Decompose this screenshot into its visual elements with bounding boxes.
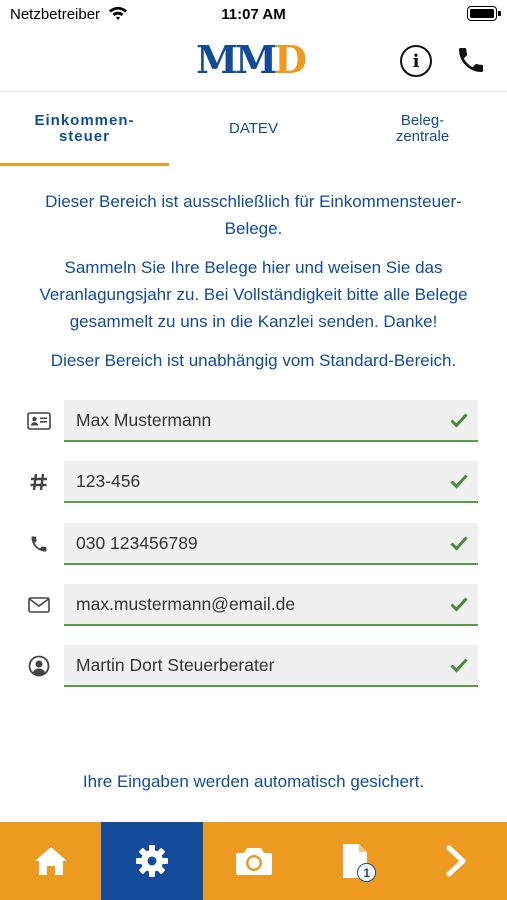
battery-icon [467,6,501,21]
camera-icon [235,848,272,875]
bottom-nav: 1 [0,822,507,900]
camera-button[interactable] [203,822,304,900]
advisor-value: Martin Dort Steuerberater [76,655,275,675]
gear-icon [136,845,169,877]
id-card-icon [27,410,51,432]
status-bar: Netzbetreiber 11:07 AM [0,0,507,30]
client-number-input[interactable]: 123-456 [64,461,478,503]
documents-button[interactable]: 1 [304,822,405,900]
check-icon [450,413,468,428]
tab-belegzentrale[interactable]: Beleg- zentrale [338,92,507,166]
name-input[interactable]: Max Mustermann [64,400,478,442]
phone-icon [27,533,51,555]
tab-datev[interactable]: DATEV [169,92,338,166]
mmd-logo: MMD [196,37,307,82]
tab-bar: Einkommen- steuer DATEV Beleg- zentrale [0,92,507,166]
client-number-value: 123-456 [76,471,141,491]
autosave-note: Ihre Eingaben werden automatisch gesiche… [82,772,425,791]
phone-input[interactable]: 030 123456789 [64,523,478,565]
info-icon: i [412,50,420,72]
check-icon [450,536,468,551]
check-icon [450,597,468,612]
check-icon [450,474,468,489]
email-value: max.mustermann@email.de [76,594,296,614]
user-circle-icon [27,655,51,677]
name-field-row: Max Mustermann [0,400,507,442]
name-value: Max Mustermann [76,410,212,430]
number-field-row: 123-456 [0,461,507,503]
phone-value: 030 123456789 [76,533,198,553]
info-paragraph-instructions: Sammeln Sie Ihre Belege hier und weisen … [39,258,468,331]
tab-label: Beleg- zentrale [395,112,450,145]
status-time: 11:07 AM [221,6,286,23]
settings-button[interactable] [101,822,203,900]
hash-icon [27,471,51,493]
envelope-icon [27,594,51,616]
info-paragraph-independent: Dieser Bereich ist unabhängig vom Standa… [50,351,457,370]
next-button[interactable] [406,822,507,900]
app-header: MMD i [0,30,507,92]
document-count-badge: 1 [357,863,377,882]
email-input[interactable]: max.mustermann@email.de [64,584,478,626]
phone-icon[interactable] [455,44,487,76]
chevron-right-icon [446,845,466,877]
home-button[interactable] [0,822,101,900]
tab-label: DATEV [229,120,278,137]
check-icon [450,658,468,673]
email-field-row: max.mustermann@email.de [0,584,507,626]
info-button[interactable]: i [400,45,432,77]
advisor-field-row: Martin Dort Steuerberater [0,645,507,687]
phone-field-row: 030 123456789 [0,523,507,565]
tab-label: Einkommen- steuer [34,112,135,145]
info-paragraph-scope: Dieser Bereich ist ausschließlich für Ei… [45,192,462,238]
tab-einkommensteuer[interactable]: Einkommen- steuer [0,92,169,166]
home-icon [34,847,67,875]
advisor-input[interactable]: Martin Dort Steuerberater [64,645,478,687]
